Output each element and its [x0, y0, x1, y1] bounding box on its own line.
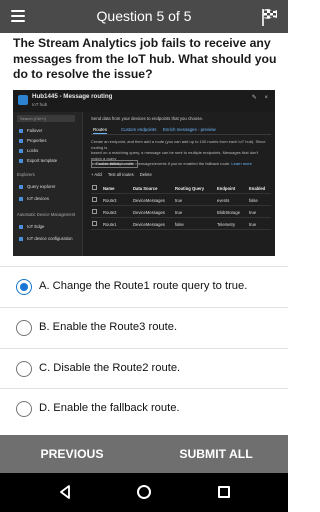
screenshot-header: Hub1445 - Message routing IoT hub ✎ ×	[13, 90, 275, 112]
option-label: B. Enable the Route3 route.	[39, 321, 178, 333]
config-icon	[19, 236, 23, 241]
tab-enrich-messages: Enrich messages - preview	[163, 127, 216, 132]
sidebar-section: Explorers	[17, 172, 35, 177]
option-b[interactable]: B. Enable the Route3 route.	[0, 308, 288, 348]
export-icon	[19, 158, 23, 163]
sidebar-item: Failover	[19, 128, 42, 133]
checkered-flag-icon[interactable]	[260, 7, 280, 27]
devices-icon	[19, 196, 23, 201]
radio-button-b[interactable]	[16, 320, 32, 336]
app-bar: Question 5 of 5	[0, 0, 288, 33]
sidebar-item: Query explorer	[19, 184, 55, 189]
screenshot-main: Send data from your devices to endpoints…	[87, 112, 273, 256]
screenshot-actions: + Add Test all routes Delete	[91, 172, 152, 177]
screenshot-title: Hub1445 - Message routing	[32, 93, 113, 100]
lock-icon	[19, 148, 23, 153]
sidebar-item: IoT devices	[19, 196, 49, 201]
table-row: Route2 DeviceMessages true BlobStorage t…	[91, 206, 271, 218]
screenshot-search: Search (Ctrl+/)	[17, 115, 75, 122]
enable-fallback-button: Enable fallback route	[91, 160, 139, 168]
sidebar-item: IoT Edge	[19, 224, 44, 229]
sidebar-item: Properties	[19, 138, 47, 143]
home-icon[interactable]	[137, 485, 151, 499]
option-label: A. Change the Route1 route query to true…	[39, 280, 248, 292]
option-label: C. Disable the Route2 route.	[39, 362, 181, 374]
radio-button-a[interactable]	[16, 279, 32, 295]
window-controls-icon: ✎ ×	[251, 95, 271, 101]
iot-hub-icon	[18, 95, 28, 105]
table-row: Route3 DeviceMessages true events false	[91, 194, 271, 206]
tab-routes: Routes	[93, 127, 107, 134]
option-d[interactable]: D. Enable the fallback route.	[0, 389, 288, 429]
screenshot-sidebar: Search (Ctrl+/) Failover Properties Lock…	[13, 112, 83, 256]
system-nav-bar	[0, 473, 288, 512]
screenshot-subtitle: IoT hub	[32, 102, 48, 107]
question-text: The Stream Analytics job fails to receiv…	[13, 36, 277, 81]
table-header: Name Data Source Routing Query Endpoint …	[91, 182, 271, 194]
option-a[interactable]: A. Change the Route1 route query to true…	[0, 267, 288, 307]
sidebar-section: Automatic Device Management	[17, 212, 76, 217]
submit-all-button[interactable]: SUBMIT ALL	[144, 435, 288, 473]
sidebar-item: IoT device configuration	[19, 236, 73, 241]
screenshot-description: Send data from your devices to endpoints…	[91, 116, 204, 121]
option-c[interactable]: C. Disable the Route2 route.	[0, 349, 288, 389]
table-row: Route1 DeviceMessages false Telemetry tr…	[91, 218, 271, 230]
previous-button[interactable]: PREVIOUS	[0, 435, 144, 473]
option-label: D. Enable the fallback route.	[39, 402, 180, 414]
sidebar-item: Export template	[19, 158, 57, 163]
radio-button-d[interactable]	[16, 401, 32, 417]
screenshot-tabs: Routes Custom endpoints Enrich messages …	[91, 126, 271, 135]
properties-icon	[19, 138, 23, 143]
routes-table: Name Data Source Routing Query Endpoint …	[91, 182, 271, 230]
action-bar: PREVIOUS SUBMIT ALL	[0, 435, 288, 473]
sidebar-item: Locks	[19, 148, 38, 153]
tab-custom-endpoints: Custom endpoints	[121, 127, 157, 132]
question-screenshot: Hub1445 - Message routing IoT hub ✎ × Se…	[13, 90, 275, 256]
back-icon[interactable]	[58, 485, 72, 499]
edge-icon	[19, 224, 23, 229]
question-counter: Question 5 of 5	[96, 8, 192, 24]
query-icon	[19, 184, 23, 189]
radio-button-c[interactable]	[16, 361, 32, 377]
failover-icon	[19, 128, 23, 133]
recent-apps-icon[interactable]	[218, 486, 230, 498]
